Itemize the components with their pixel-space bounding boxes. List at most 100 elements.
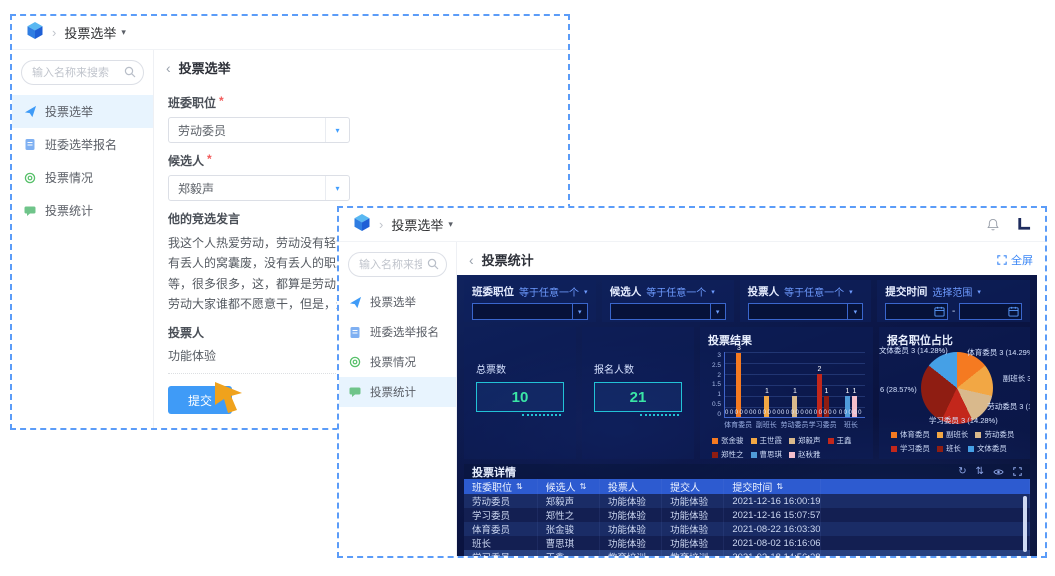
bar-chart: 3 2.5 2 1.5 1 0.5 0 3 000000 1 000000 1 000000 2 1 0000… — [708, 345, 865, 459]
legend-item[interactable]: 体育委员 — [890, 429, 930, 440]
legend-item[interactable]: 班长 — [936, 443, 961, 454]
eye-icon[interactable] — [993, 468, 1004, 476]
legend-item[interactable]: 王世霞 — [750, 435, 783, 446]
pie-slice-label: 学习委员 3 (14.28%) — [928, 416, 998, 425]
date-from-input[interactable] — [885, 303, 949, 320]
legend-item[interactable]: 王鑫 — [827, 435, 852, 446]
x-tick-label: 学习委员 — [808, 422, 837, 429]
sort-arrows-icon[interactable]: ⇅ — [516, 482, 523, 491]
column-label: 候选人 — [545, 483, 576, 494]
legend-label: 郑性之 — [721, 450, 744, 459]
calendar-icon — [1008, 306, 1019, 317]
legend-swatch — [967, 445, 974, 452]
refresh-icon[interactable]: ↻ — [958, 466, 966, 477]
filter-panel-4: 提交时间 选择范围 ▾ - — [877, 280, 1031, 322]
header-actions — [986, 217, 1031, 232]
filter-operator[interactable]: 选择范围 — [932, 284, 972, 299]
chart-legend: 体育委员 副班长 劳动委员学习委员 班长 文体委员 — [887, 429, 1028, 454]
breadcrumb-label: 投票选举 — [391, 218, 444, 233]
sort-icon[interactable]: ⇅ — [976, 466, 984, 477]
date-to-input[interactable] — [959, 303, 1023, 320]
pie-slice-label: 体育委员 3 (14.29%) — [967, 348, 1030, 357]
filter-operator[interactable]: 等于任意一个 — [519, 284, 579, 299]
click-cursor-icon — [215, 382, 242, 413]
sidebar: 投票选举班委选举报名投票情况投票统计 — [12, 50, 154, 428]
legend-label: 曹思琪 — [759, 450, 783, 459]
bar-plot: 3 000000 1 000000 1 000000 2 1 000000 1 1 00000 — [724, 345, 865, 418]
window-body: 投票选举班委选举报名投票情况投票统计 ‹ 投票统计 全屏 班委职位等于任意一个▾… — [339, 242, 1045, 556]
filter-value-input[interactable]: ▾ — [472, 303, 588, 320]
back-chevron-icon[interactable]: ‹ — [469, 253, 474, 267]
document-icon — [348, 326, 362, 339]
position-select[interactable]: 劳动委员 ▾ — [168, 117, 350, 143]
position-select-value: 劳动委员 — [178, 123, 227, 138]
sort-arrows-icon[interactable]: ⇅ — [776, 482, 783, 491]
x-tick-label: 班长 — [843, 422, 858, 429]
table-row[interactable]: 学习委员王鑫教育培训教育培训2021-02-18 14:56:28 — [464, 550, 1030, 556]
table-header-cell[interactable]: 提交时间 ⇅ — [724, 479, 821, 494]
breadcrumb[interactable]: 投票选举 ▾ — [64, 23, 126, 42]
filter-field-label: 投票人 — [747, 286, 780, 298]
sidebar-item-4[interactable]: 投票统计 — [339, 377, 456, 407]
calendar-icon — [934, 306, 945, 317]
candidate-select[interactable]: 郑毅声 ▾ — [168, 175, 350, 201]
table-row[interactable]: 学习委员 郑性之 功能体验 功能体验 2021-12-16 15:07:57 — [464, 508, 1030, 522]
caret-down-icon: ▾ — [325, 118, 349, 142]
sidebar-item-3[interactable]: 投票情况 — [12, 161, 153, 194]
legend-item[interactable]: 赵秋雅 — [789, 449, 821, 459]
table-header-cell: 投票人 — [600, 479, 663, 494]
legend-item[interactable]: 张金骏 — [712, 435, 744, 446]
sidebar-item-3[interactable]: 投票情况 — [339, 347, 456, 377]
legend-label: 体育委员 — [899, 430, 930, 439]
legend-label: 王鑫 — [836, 436, 852, 445]
table-row[interactable]: 劳动委员 郑毅声 功能体验 功能体验 2021-12-16 16:00:19 — [464, 494, 1030, 508]
table-scrollbar[interactable] — [1023, 496, 1027, 552]
legend-item[interactable]: 曹思琪 — [750, 449, 783, 459]
sidebar-item-1[interactable]: 投票选举 — [12, 95, 153, 128]
legend-item[interactable]: 郑性之 — [712, 449, 744, 459]
table-row[interactable]: 班长 曹思琪 功能体验 功能体验 2021-08-02 16:16:06 — [464, 536, 1030, 550]
sidebar-search — [348, 252, 447, 277]
caret-down-icon: ▾ — [121, 27, 126, 37]
table-header-cell[interactable]: 班委职位 ⇅ — [464, 479, 538, 494]
fullscreen-icon — [997, 254, 1007, 265]
fullscreen-label: 全屏 — [1011, 254, 1033, 267]
filter-label-row: 投票人 等于任意一个 ▾ — [748, 284, 864, 299]
bar-group: 1 000000 — [753, 352, 781, 417]
y-tick-label: 1.5 — [711, 381, 721, 389]
table-cell: 曹思琪 — [538, 536, 600, 550]
fullscreen-button[interactable]: 全屏 — [997, 252, 1033, 268]
breadcrumb[interactable]: 投票选举 ▾ — [391, 215, 453, 234]
sidebar-item-2[interactable]: 班委选举报名 — [339, 317, 456, 347]
table-row[interactable]: 体育委员 张金骏 功能体验 功能体验 2021-08-22 16:03:30 — [464, 522, 1030, 536]
bar-value-label: 1 — [765, 387, 769, 395]
legend-item[interactable]: 郑毅声 — [789, 435, 821, 446]
sidebar-item-1[interactable]: 投票选举 — [339, 287, 456, 317]
sidebar-item-4[interactable]: 投票统计 — [12, 194, 153, 227]
table-cell: 2021-08-02 16:16:06 — [724, 536, 821, 550]
expand-icon[interactable] — [1013, 467, 1022, 476]
filter-value-input[interactable]: ▾ — [609, 303, 726, 320]
legend-item[interactable]: 副班长 — [936, 429, 968, 440]
bar-value-label: 1 — [793, 387, 797, 395]
sidebar-item-2[interactable]: 班委选举报名 — [12, 128, 153, 161]
filter-operator[interactable]: 等于任意一个 — [646, 284, 706, 299]
legend-swatch — [750, 451, 757, 458]
filter-value-input[interactable]: ▾ — [747, 303, 864, 320]
sort-arrows-icon[interactable]: ⇅ — [580, 482, 587, 491]
field-label-text: 班委职位 — [168, 96, 217, 110]
legend-swatch — [789, 451, 795, 458]
filter-operator[interactable]: 等于任意一个 — [784, 284, 844, 299]
back-chevron-icon[interactable]: ‹ — [166, 61, 171, 75]
table-cell: 体育委员 — [464, 522, 538, 536]
legend-swatch — [975, 431, 982, 438]
bell-icon[interactable] — [986, 217, 1000, 232]
legend-item[interactable]: 劳动委员 — [975, 429, 1014, 440]
table-cell: 功能体验 — [662, 522, 725, 536]
table-header-row: 班委职位 ⇅ 候选人 ⇅ 投票人 提交人 提交时间 ⇅ — [464, 479, 1030, 494]
sidebar-item-label: 投票选举 — [370, 297, 416, 309]
legend-label: 王世霞 — [759, 436, 783, 445]
legend-item[interactable]: 文体委员 — [967, 443, 1007, 454]
legend-item[interactable]: 学习委员 — [890, 443, 930, 454]
table-header-cell[interactable]: 候选人 ⇅ — [538, 479, 600, 494]
